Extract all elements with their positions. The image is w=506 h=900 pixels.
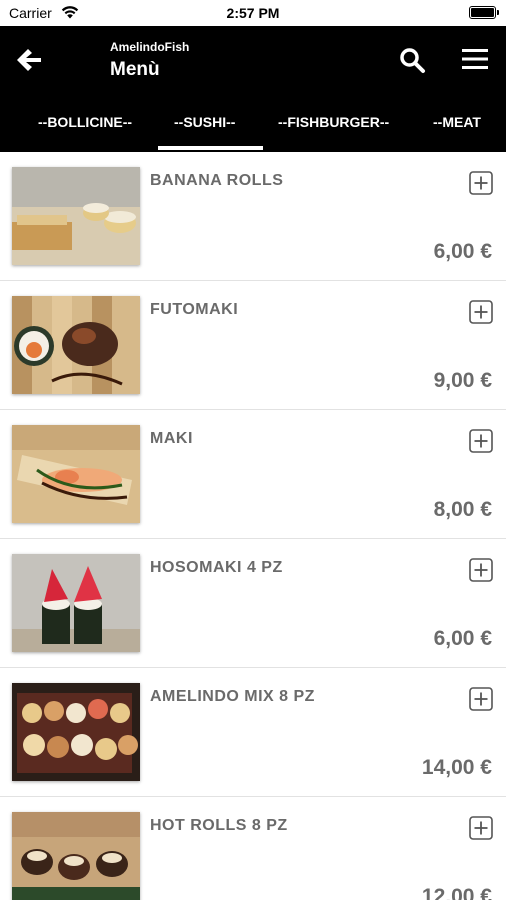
item-price: 8,00 € — [433, 498, 492, 521]
item-price: 6,00 € — [433, 240, 492, 263]
item-name: HOSOMAKI 4 PZ — [150, 559, 283, 576]
category-tabs: --BOLLICINE-- --SUSHI-- --FISHBURGER-- -… — [0, 94, 506, 152]
item-photo — [12, 425, 140, 523]
item-photo — [12, 554, 140, 652]
item-price: 12,00 € — [421, 885, 492, 900]
add-item-icon[interactable] — [469, 429, 493, 453]
tab-meat[interactable]: --MEAT — [433, 114, 481, 130]
clock: 2:57 PM — [226, 5, 280, 21]
item-name: FUTOMAKI — [150, 301, 239, 318]
menu-item[interactable]: BANANA ROLLS 6,00 € — [0, 152, 506, 281]
app-name: AmelindoFish — [110, 40, 190, 54]
nav-bar: AmelindoFish Menù — [0, 26, 506, 94]
add-item-icon[interactable] — [469, 300, 493, 324]
item-name: MAKI — [150, 430, 193, 447]
item-name: HOT ROLLS 8 PZ — [150, 817, 288, 834]
add-item-icon[interactable] — [469, 171, 493, 195]
selected-tab-indicator — [158, 146, 263, 150]
hamburger-menu-icon[interactable] — [460, 46, 490, 72]
battery-icon — [469, 6, 499, 19]
tab-bollicine[interactable]: --BOLLICINE-- — [38, 114, 132, 130]
item-name: BANANA ROLLS — [150, 172, 284, 189]
status-bar: Carrier 2:57 PM — [0, 0, 506, 26]
add-item-icon[interactable] — [469, 687, 493, 711]
item-price: 9,00 € — [433, 369, 492, 392]
menu-item[interactable]: FUTOMAKI 9,00 € — [0, 281, 506, 410]
item-price: 6,00 € — [433, 627, 492, 650]
menu-item[interactable]: HOT ROLLS 8 PZ 12,00 € — [0, 797, 506, 900]
menu-item[interactable]: MAKI 8,00 € — [0, 410, 506, 539]
item-photo — [12, 683, 140, 781]
tab-fishburger[interactable]: --FISHBURGER-- — [278, 114, 389, 130]
search-icon[interactable] — [398, 46, 426, 74]
menu-item[interactable]: HOSOMAKI 4 PZ 6,00 € — [0, 539, 506, 668]
item-price: 14,00 € — [421, 756, 492, 779]
menu-item[interactable]: AMELINDO MIX 8 PZ 14,00 € — [0, 668, 506, 797]
item-name: AMELINDO MIX 8 PZ — [150, 688, 315, 705]
tab-sushi[interactable]: --SUSHI-- — [174, 114, 235, 130]
item-photo — [12, 296, 140, 394]
page-title: Menù — [110, 59, 160, 80]
item-photo — [12, 812, 140, 900]
back-arrow-icon[interactable] — [14, 46, 44, 74]
add-item-icon[interactable] — [469, 816, 493, 840]
add-item-icon[interactable] — [469, 558, 493, 582]
item-photo — [12, 167, 140, 265]
